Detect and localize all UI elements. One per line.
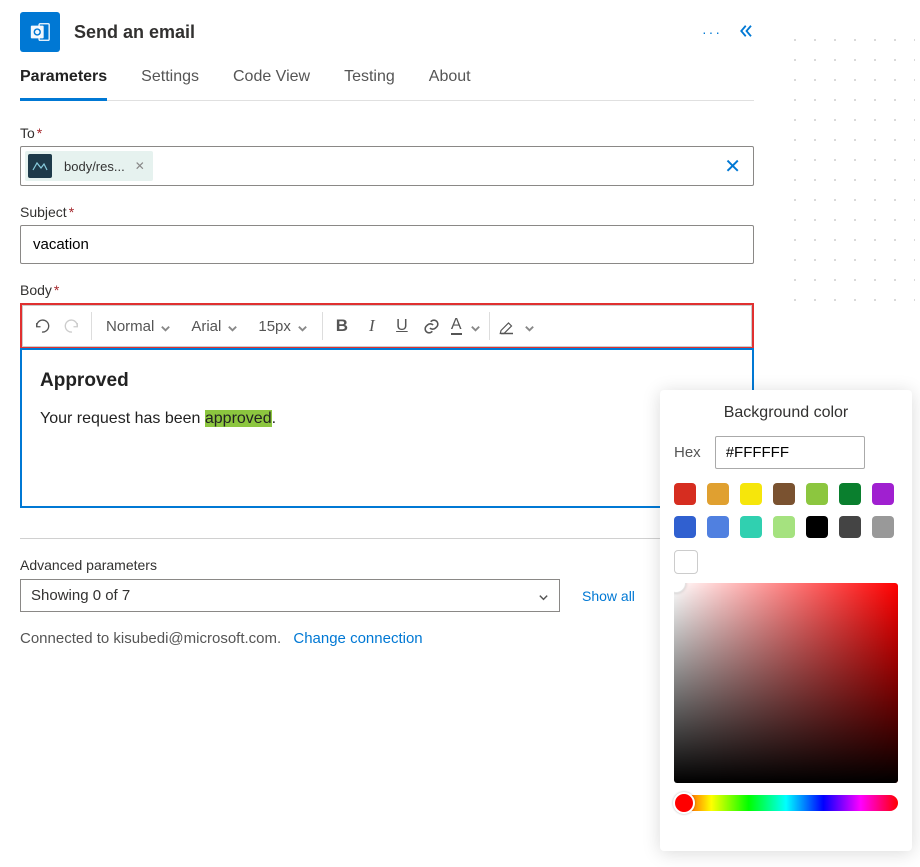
tab-testing[interactable]: Testing bbox=[344, 68, 395, 101]
connection-text: Connected to kisubedi@microsoft.com. bbox=[20, 630, 281, 647]
color-swatch[interactable] bbox=[674, 483, 696, 505]
color-swatch[interactable] bbox=[806, 483, 828, 505]
color-swatch[interactable] bbox=[740, 516, 762, 538]
body-label: Body* bbox=[20, 282, 754, 298]
more-icon[interactable]: ··· bbox=[702, 24, 722, 40]
action-panel: Send an email ··· Parameters Settings Co… bbox=[0, 0, 774, 667]
panel-header: Send an email ··· bbox=[20, 0, 754, 68]
tab-code-view[interactable]: Code View bbox=[233, 68, 310, 101]
collapse-icon[interactable] bbox=[736, 22, 754, 43]
show-all-link[interactable]: Show all bbox=[582, 588, 635, 604]
underline-button[interactable]: U bbox=[387, 310, 417, 342]
body-editor[interactable]: Approved Your request has been approved. bbox=[20, 348, 754, 508]
selected-swatch[interactable] bbox=[674, 550, 698, 574]
canvas-background bbox=[785, 30, 915, 310]
token-icon bbox=[28, 154, 52, 178]
saturation-value-area[interactable] bbox=[674, 583, 898, 783]
to-label: To* bbox=[20, 125, 754, 141]
advanced-label: Advanced parameters bbox=[20, 557, 754, 573]
size-select[interactable]: 15px bbox=[248, 310, 318, 342]
body-heading: Approved bbox=[40, 370, 734, 392]
outlook-icon bbox=[20, 12, 60, 52]
chevron-down-icon bbox=[524, 321, 535, 332]
advanced-select[interactable]: Showing 0 of 7 bbox=[20, 579, 560, 612]
font-select[interactable]: Arial bbox=[181, 310, 248, 342]
chevron-down-icon bbox=[160, 321, 171, 332]
body-text: Your request has been approved. bbox=[40, 410, 734, 428]
paragraph-select[interactable]: Normal bbox=[96, 310, 181, 342]
color-swatch[interactable] bbox=[839, 516, 861, 538]
color-swatch[interactable] bbox=[872, 483, 894, 505]
italic-button[interactable]: I bbox=[357, 310, 387, 342]
chevron-down-icon bbox=[227, 321, 238, 332]
chevron-down-icon bbox=[538, 590, 549, 601]
color-swatch[interactable] bbox=[806, 516, 828, 538]
color-swatch[interactable] bbox=[674, 516, 696, 538]
change-connection-link[interactable]: Change connection bbox=[293, 630, 422, 647]
subject-input[interactable] bbox=[25, 230, 749, 259]
to-token[interactable]: body/res... ✕ bbox=[25, 151, 153, 181]
hue-slider[interactable] bbox=[674, 795, 898, 811]
body-highlight: approved bbox=[205, 410, 272, 427]
color-picker: Background color Hex bbox=[660, 390, 912, 851]
rte-toolbar: Normal Arial 15px B I U bbox=[22, 305, 752, 347]
link-button[interactable] bbox=[417, 310, 447, 342]
body-section: Normal Arial 15px B I U bbox=[20, 303, 754, 349]
color-swatch[interactable] bbox=[707, 516, 729, 538]
tab-parameters[interactable]: Parameters bbox=[20, 68, 107, 101]
color-swatch[interactable] bbox=[707, 483, 729, 505]
redo-button[interactable] bbox=[57, 310, 87, 342]
undo-button[interactable] bbox=[27, 310, 57, 342]
swatch-grid bbox=[674, 483, 898, 538]
color-swatch[interactable] bbox=[773, 483, 795, 505]
bold-button[interactable]: B bbox=[327, 310, 357, 342]
chevron-down-icon bbox=[470, 321, 481, 332]
color-swatch[interactable] bbox=[839, 483, 861, 505]
divider bbox=[20, 538, 754, 539]
color-swatch[interactable] bbox=[740, 483, 762, 505]
subject-label: Subject* bbox=[20, 204, 754, 220]
clear-to-icon[interactable]: ✕ bbox=[716, 154, 749, 179]
panel-title: Send an email bbox=[74, 22, 702, 43]
highlight-button[interactable] bbox=[494, 310, 539, 342]
token-label: body/res... bbox=[64, 159, 125, 174]
chevron-down-icon bbox=[297, 321, 308, 332]
color-swatch[interactable] bbox=[872, 516, 894, 538]
tab-settings[interactable]: Settings bbox=[141, 68, 199, 101]
picker-title: Background color bbox=[674, 404, 898, 422]
tab-about[interactable]: About bbox=[429, 68, 471, 101]
connection-row: Connected to kisubedi@microsoft.com. Cha… bbox=[20, 630, 754, 647]
subject-input-frame bbox=[20, 225, 754, 264]
token-remove-icon[interactable]: ✕ bbox=[135, 159, 145, 173]
to-input[interactable]: body/res... ✕ ✕ bbox=[20, 146, 754, 186]
hex-input[interactable] bbox=[715, 436, 865, 469]
font-color-button[interactable]: A bbox=[447, 310, 485, 342]
hue-handle[interactable] bbox=[673, 792, 695, 814]
tab-bar: Parameters Settings Code View Testing Ab… bbox=[20, 68, 754, 101]
color-swatch[interactable] bbox=[773, 516, 795, 538]
hex-label: Hex bbox=[674, 444, 701, 461]
